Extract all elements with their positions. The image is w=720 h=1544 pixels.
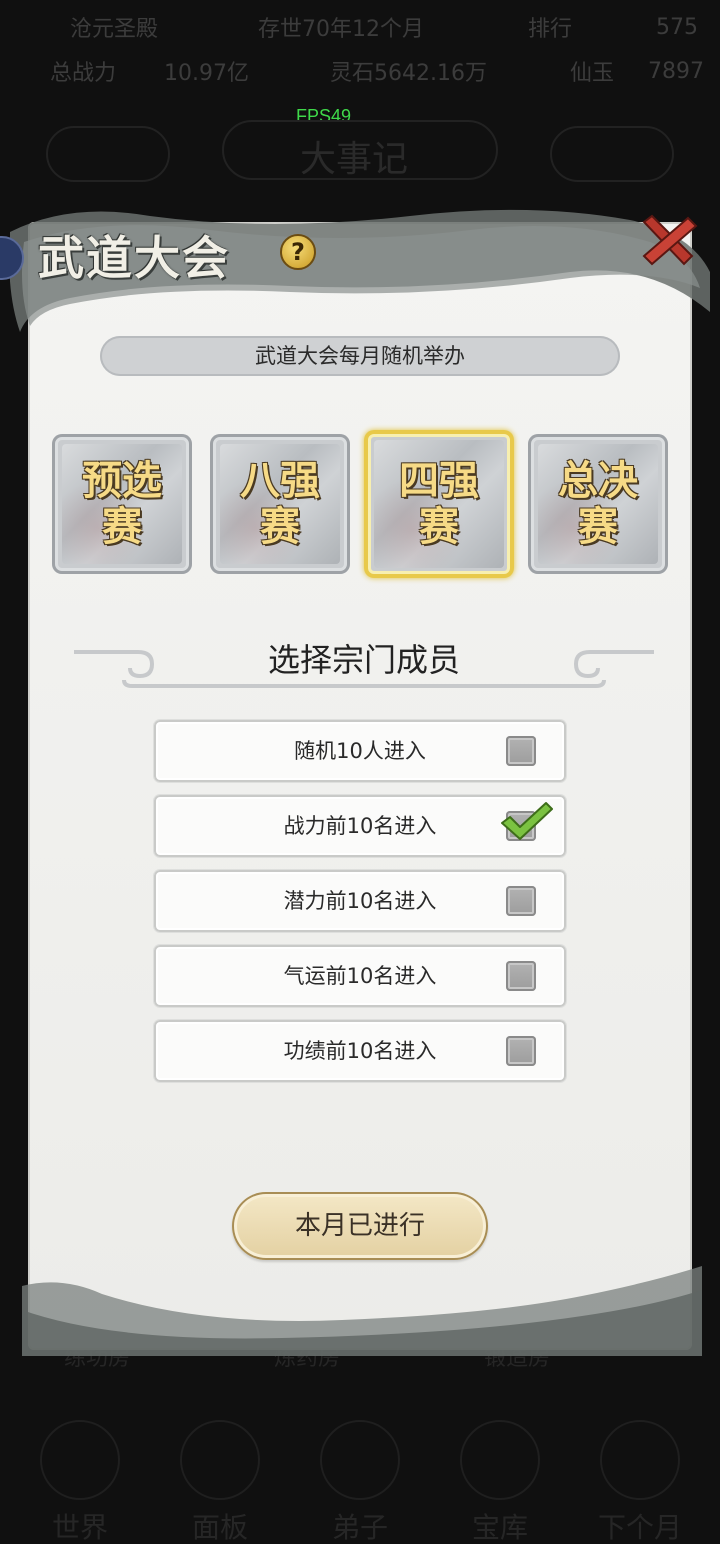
stage-preliminary[interactable]: 预选赛 — [52, 434, 192, 574]
treasury-icon — [460, 1420, 540, 1500]
dialog-footer-cloud — [22, 1266, 702, 1356]
time-elapsed: 存世70年12个月 — [258, 17, 424, 42]
option-luck-top10[interactable]: 气运前10名进入 — [154, 945, 566, 1007]
next-month-icon — [600, 1420, 680, 1500]
stage-top8[interactable]: 八强赛 — [210, 434, 350, 574]
total-power-label: 总战力 — [50, 61, 117, 86]
bg-nav-item: 世界 — [20, 1420, 140, 1544]
panel-icon — [180, 1420, 260, 1500]
option-random10[interactable]: 随机10人进入 — [154, 720, 566, 782]
stage-label: 赛 — [102, 503, 142, 550]
martial-tournament-dialog: 武道大会 ? 武道大会每月随机举办 预选赛 八强赛 四强赛 总决赛 选择宗门成员… — [0, 209, 710, 1356]
option-label: 随机10人进入 — [294, 739, 426, 763]
jade-value: 7897 — [648, 58, 704, 84]
option-label: 潜力前10名进入 — [283, 889, 437, 913]
close-icon — [642, 214, 698, 266]
spirit-stone: 灵石5642.16万 — [330, 61, 487, 86]
bg-left-pill — [46, 126, 170, 182]
total-power-value: 10.97亿 — [164, 61, 249, 86]
stage-label: 预选 — [82, 457, 162, 504]
option-checkbox[interactable] — [506, 961, 536, 991]
bg-bottom-nav: 世界 面板 弟子 宝库 下个月 — [0, 1420, 720, 1544]
option-checkbox[interactable] — [506, 886, 536, 916]
stage-tabs: 预选赛 八强赛 四强赛 总决赛 — [50, 430, 670, 578]
top-status-row: 沧元圣殿 存世70年12个月 排行 575 — [0, 6, 720, 48]
bg-screen-title: 大事记 — [300, 139, 409, 180]
stage-label: 赛 — [578, 503, 618, 550]
bg-nav-item: 弟子 — [300, 1420, 420, 1544]
dialog-title: 武道大会 — [38, 231, 230, 285]
member-section-header: 选择宗门成员 — [64, 640, 664, 696]
option-label: 气运前10名进入 — [283, 964, 437, 988]
bg-nav-item: 宝库 — [440, 1420, 560, 1544]
option-power-top10[interactable]: 战力前10名进入 — [154, 795, 566, 857]
stage-top4[interactable]: 四强赛 — [364, 430, 514, 578]
stage-label: 八强 — [240, 457, 320, 504]
stage-label: 赛 — [260, 503, 300, 550]
option-checkbox[interactable] — [506, 736, 536, 766]
help-button[interactable]: ? — [280, 234, 316, 270]
sect-name: 沧元圣殿 — [70, 17, 159, 42]
stage-label: 赛 — [419, 503, 459, 550]
bg-nav-item: 面板 — [160, 1420, 280, 1544]
section-title: 选择宗门成员 — [267, 641, 460, 679]
stage-label: 四强 — [399, 457, 479, 504]
rank-label: 排行 — [528, 17, 573, 42]
world-icon — [40, 1420, 120, 1500]
disciple-icon — [320, 1420, 400, 1500]
option-label: 功绩前10名进入 — [283, 1039, 437, 1063]
option-checkbox[interactable] — [506, 1036, 536, 1066]
top-resource-row: 总战力 10.97亿 灵石5642.16万 仙玉 7897 — [0, 50, 720, 92]
bg-right-pill — [550, 126, 674, 182]
bg-nav-item: 下个月 — [580, 1420, 700, 1544]
option-merit-top10[interactable]: 功绩前10名进入 — [154, 1020, 566, 1082]
dialog-background — [28, 222, 692, 1350]
check-icon — [501, 802, 553, 840]
rank-value: 575 — [656, 14, 698, 40]
stage-final[interactable]: 总决赛 — [528, 434, 668, 574]
jade-label: 仙玉 — [570, 61, 615, 86]
option-potential-top10[interactable]: 潜力前10名进入 — [154, 870, 566, 932]
stage-label: 总决 — [558, 457, 638, 504]
close-button[interactable] — [638, 212, 698, 268]
dialog-subtitle: 武道大会每月随机举办 — [100, 336, 620, 376]
